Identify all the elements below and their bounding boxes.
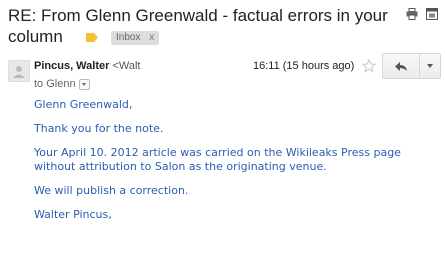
more-actions-button[interactable] bbox=[419, 53, 441, 79]
inbox-label-text: Inbox bbox=[116, 31, 141, 43]
sender-avatar bbox=[8, 60, 30, 82]
message-time: 16:11 (15 hours ago) bbox=[253, 60, 355, 72]
sender-line: Pincus, Walter <Walt bbox=[34, 60, 140, 73]
inbox-label-chip[interactable]: Inbox x bbox=[111, 30, 160, 45]
new-window-icon[interactable] bbox=[426, 8, 438, 20]
show-details-icon[interactable] bbox=[78, 78, 90, 90]
reply-icon bbox=[394, 57, 408, 76]
remove-label-button[interactable]: x bbox=[149, 32, 154, 43]
reply-button[interactable] bbox=[382, 53, 419, 79]
recipient-text: to Glenn bbox=[34, 78, 76, 90]
body-paragraph: We will publish a correction. bbox=[34, 184, 189, 197]
body-paragraph: Walter Pincus, bbox=[34, 208, 112, 221]
chevron-down-icon bbox=[427, 64, 433, 68]
sender-name[interactable]: Pincus, Walter bbox=[34, 60, 109, 72]
body-paragraph: Thank you for the note. bbox=[34, 122, 164, 135]
body-paragraph: Glenn Greenwald, bbox=[34, 98, 133, 111]
email-subject: RE: From Glenn Greenwald - factual error… bbox=[8, 6, 388, 46]
top-icons bbox=[406, 8, 438, 20]
sender-email: <Walt bbox=[112, 60, 141, 72]
printer-icon[interactable] bbox=[406, 8, 418, 20]
message-body: Glenn Greenwald, Thank you for the note.… bbox=[34, 98, 439, 232]
body-paragraph: Your April 10. 2012 article was carried … bbox=[34, 146, 401, 173]
subject-row: RE: From Glenn Greenwald - factual error… bbox=[8, 5, 403, 47]
important-marker-icon[interactable] bbox=[85, 33, 98, 42]
star-icon[interactable] bbox=[361, 58, 377, 77]
recipient-line: to Glenn bbox=[34, 78, 90, 90]
